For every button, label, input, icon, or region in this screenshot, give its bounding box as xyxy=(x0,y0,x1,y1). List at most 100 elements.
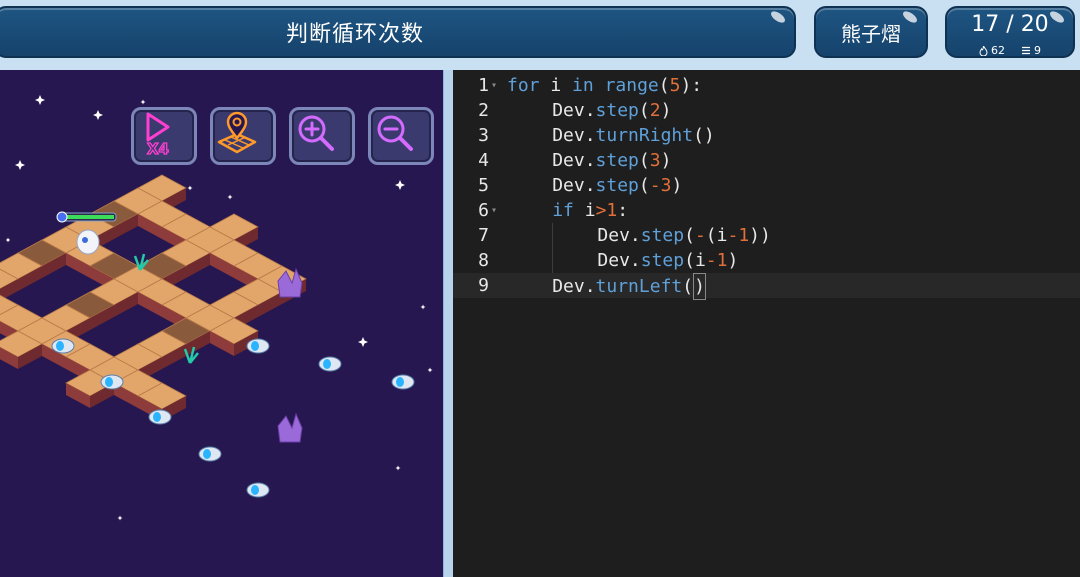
code-token: ) xyxy=(660,100,672,121)
health-bar-fill xyxy=(66,215,114,219)
indent-guide xyxy=(552,223,554,273)
code-token: : xyxy=(617,200,629,221)
code-token: () xyxy=(693,125,715,146)
star-decoration xyxy=(395,180,405,190)
code-token: step xyxy=(640,250,685,271)
star-decoration xyxy=(93,110,103,120)
code-line[interactable]: 8 Dev.step(i-1) xyxy=(453,248,1080,273)
code-line[interactable]: 7 Dev.step(-(i-1)) xyxy=(453,223,1080,248)
level-title: 判断循环次数 xyxy=(285,22,424,47)
header-bar: 判断循环次数 熊子熠 17 / 20 62 9 xyxy=(0,0,1080,70)
code-editor[interactable]: 1 ▾ for i in range(5): 2 Dev.step(2) 3 Dev.tur… xyxy=(453,70,1080,577)
code-token: Dev. xyxy=(552,125,596,146)
game-view[interactable]: X4 xyxy=(0,70,443,577)
code-token: - xyxy=(694,225,706,246)
code-line[interactable]: 4 Dev.step(3) xyxy=(453,148,1080,173)
code-text: Dev.turnRight() xyxy=(552,123,715,148)
panel-splitter[interactable] xyxy=(443,70,453,577)
line-number: 1 xyxy=(478,75,489,96)
code-token: 5 xyxy=(669,75,681,96)
code-token: - xyxy=(727,225,739,246)
user-button[interactable]: 熊子熠 xyxy=(814,6,928,58)
line-number: 4 xyxy=(478,150,489,171)
code-token: ) xyxy=(660,150,672,171)
code-token: ( xyxy=(682,276,694,297)
code-token: i xyxy=(573,200,596,221)
fold-arrow-icon[interactable]: ▾ xyxy=(491,73,497,98)
level-progress-button[interactable]: 17 / 20 62 9 xyxy=(945,6,1075,58)
code-token: )) xyxy=(749,225,771,246)
code-token: step xyxy=(640,225,685,246)
code-token: 1 xyxy=(738,225,750,246)
code-token: 1 xyxy=(606,200,618,221)
star-decoration xyxy=(15,160,25,170)
code-line[interactable]: 2 Dev.step(2) xyxy=(453,98,1080,123)
code-token: turnRight xyxy=(595,125,694,146)
star-decoration xyxy=(427,367,433,373)
energy-cell-core xyxy=(203,449,211,459)
code-token: step xyxy=(595,150,639,171)
code-token: turnLeft xyxy=(595,276,683,297)
code-token: (i xyxy=(705,225,728,246)
code-token: 3 xyxy=(649,150,661,171)
code-line[interactable]: 6 ▾ if i>1: xyxy=(453,198,1080,223)
energy-value: 62 xyxy=(991,44,1005,57)
code-token: range xyxy=(604,75,659,96)
code-token: 1 xyxy=(716,250,728,271)
line-number: 2 xyxy=(478,100,489,121)
line-number: 3 xyxy=(478,125,489,146)
code-token: Dev. xyxy=(552,276,596,297)
code-text: Dev.turnLeft() xyxy=(552,273,706,300)
line-number: 5 xyxy=(478,175,489,196)
code-line[interactable]: 3 Dev.turnRight() xyxy=(453,123,1080,148)
code-token: Dev. xyxy=(552,175,596,196)
code-token: ( xyxy=(638,150,650,171)
zoom-in-icon xyxy=(298,115,334,151)
flame-icon xyxy=(979,45,988,56)
list-icon xyxy=(1022,46,1030,55)
code-text: Dev.step(-(i-1)) xyxy=(597,223,770,248)
star-decoration xyxy=(5,237,11,243)
code-token: if xyxy=(552,200,574,221)
code-token: step xyxy=(595,100,639,121)
code-line[interactable]: 1 ▾ for i in range(5): xyxy=(453,73,1080,98)
shine-decoration xyxy=(901,9,919,25)
energy-cell-core xyxy=(251,341,259,351)
zoom-out-icon xyxy=(377,115,413,151)
play-speed-icon: X4 xyxy=(146,112,170,156)
zoom-in-button[interactable] xyxy=(289,107,355,165)
code-token: Dev. xyxy=(597,250,641,271)
energy-cell-core xyxy=(251,485,259,495)
code-text: Dev.step(2) xyxy=(552,98,671,123)
crystal-icon xyxy=(277,412,303,443)
star-decoration xyxy=(358,337,368,347)
user-name: 熊子熠 xyxy=(841,21,901,46)
energy-cell-core xyxy=(153,412,161,422)
star-decoration xyxy=(140,99,146,105)
code-token: > xyxy=(595,200,607,221)
code-text: Dev.step(3) xyxy=(552,148,671,173)
star-decoration xyxy=(187,185,193,191)
code-line[interactable]: 5 Dev.step(-3) xyxy=(453,173,1080,198)
star-decoration xyxy=(420,304,426,310)
energy-cell-core xyxy=(56,341,64,351)
shine-decoration xyxy=(769,9,787,25)
speed-x4-button[interactable]: X4 xyxy=(131,107,197,165)
code-token: Dev. xyxy=(552,100,596,121)
fold-arrow-icon[interactable]: ▾ xyxy=(491,198,497,223)
energy-cell-core xyxy=(323,359,331,369)
code-token: in xyxy=(572,75,594,96)
code-text: for i in range(5): xyxy=(507,73,702,98)
map-locate-button[interactable] xyxy=(210,107,276,165)
lines-stat: 9 xyxy=(1021,44,1041,57)
zoom-out-button[interactable] xyxy=(368,107,434,165)
star-decoration xyxy=(395,465,401,471)
star-decoration xyxy=(227,194,233,200)
code-text: Dev.step(-3) xyxy=(552,173,682,198)
code-token: ( xyxy=(638,100,650,121)
code-token: ( xyxy=(658,75,670,96)
code-line[interactable]: 9 Dev.turnLeft() xyxy=(453,273,1080,300)
code-token: ) xyxy=(727,250,739,271)
code-token: Dev. xyxy=(597,225,641,246)
